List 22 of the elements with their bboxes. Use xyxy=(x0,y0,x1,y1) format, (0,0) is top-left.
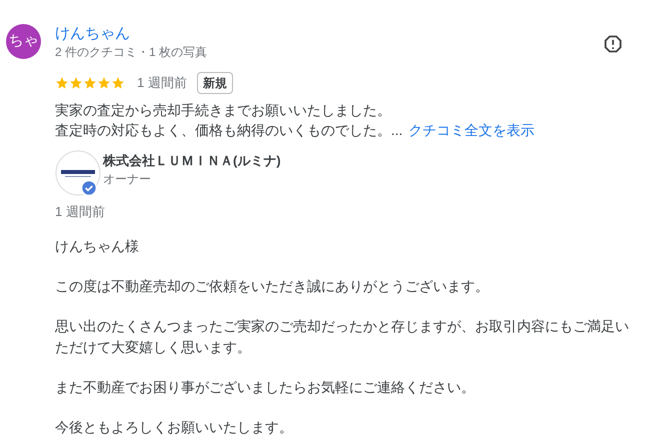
report-icon[interactable] xyxy=(603,34,623,54)
read-more-link[interactable]: クチコミ全文を表示 xyxy=(408,120,535,140)
owner-name: 株式会社ＬＵＭＩＮＡ(ルミナ) xyxy=(103,152,281,170)
star-icon xyxy=(97,76,111,90)
review-text: 査定時の対応もよく、価格も納得のいくものでした。... xyxy=(55,121,403,140)
star-icon xyxy=(111,76,125,90)
star-icon xyxy=(83,76,97,90)
reviewer-meta: 2 件のクチコミ・1 枚の写真 xyxy=(55,44,208,60)
reply-time: 1 週間前 xyxy=(55,203,106,221)
reply-paragraph: 今後ともよろしくお願いいたします。 xyxy=(55,418,294,437)
reply-paragraph: 思い出のたくさんつまったご実家のご売却だったかと存じますが、お取引内容にもご満足いただけて大変嬉しく思います。 xyxy=(55,317,630,357)
reply-paragraph: けんちゃん様 xyxy=(55,237,140,256)
reply-paragraph: この度は不動産売却のご依頼をいただき誠にありがとうございます。 xyxy=(55,277,490,296)
owner-role: オーナー xyxy=(103,171,152,188)
avatar: ちゃ xyxy=(6,24,41,59)
new-badge: 新規 xyxy=(196,72,233,94)
reply-paragraph: また不動産でお困り事がございましたらお気軽にご連絡ください。 xyxy=(55,378,476,397)
star-icon xyxy=(69,76,83,90)
star-icon xyxy=(55,76,69,90)
review-text: 実家の査定から売却手続きまでお願いいたしました。 xyxy=(55,101,391,120)
reviewer-name[interactable]: けんちゃん xyxy=(55,24,208,44)
review-time: 1 週間前 xyxy=(137,74,187,92)
